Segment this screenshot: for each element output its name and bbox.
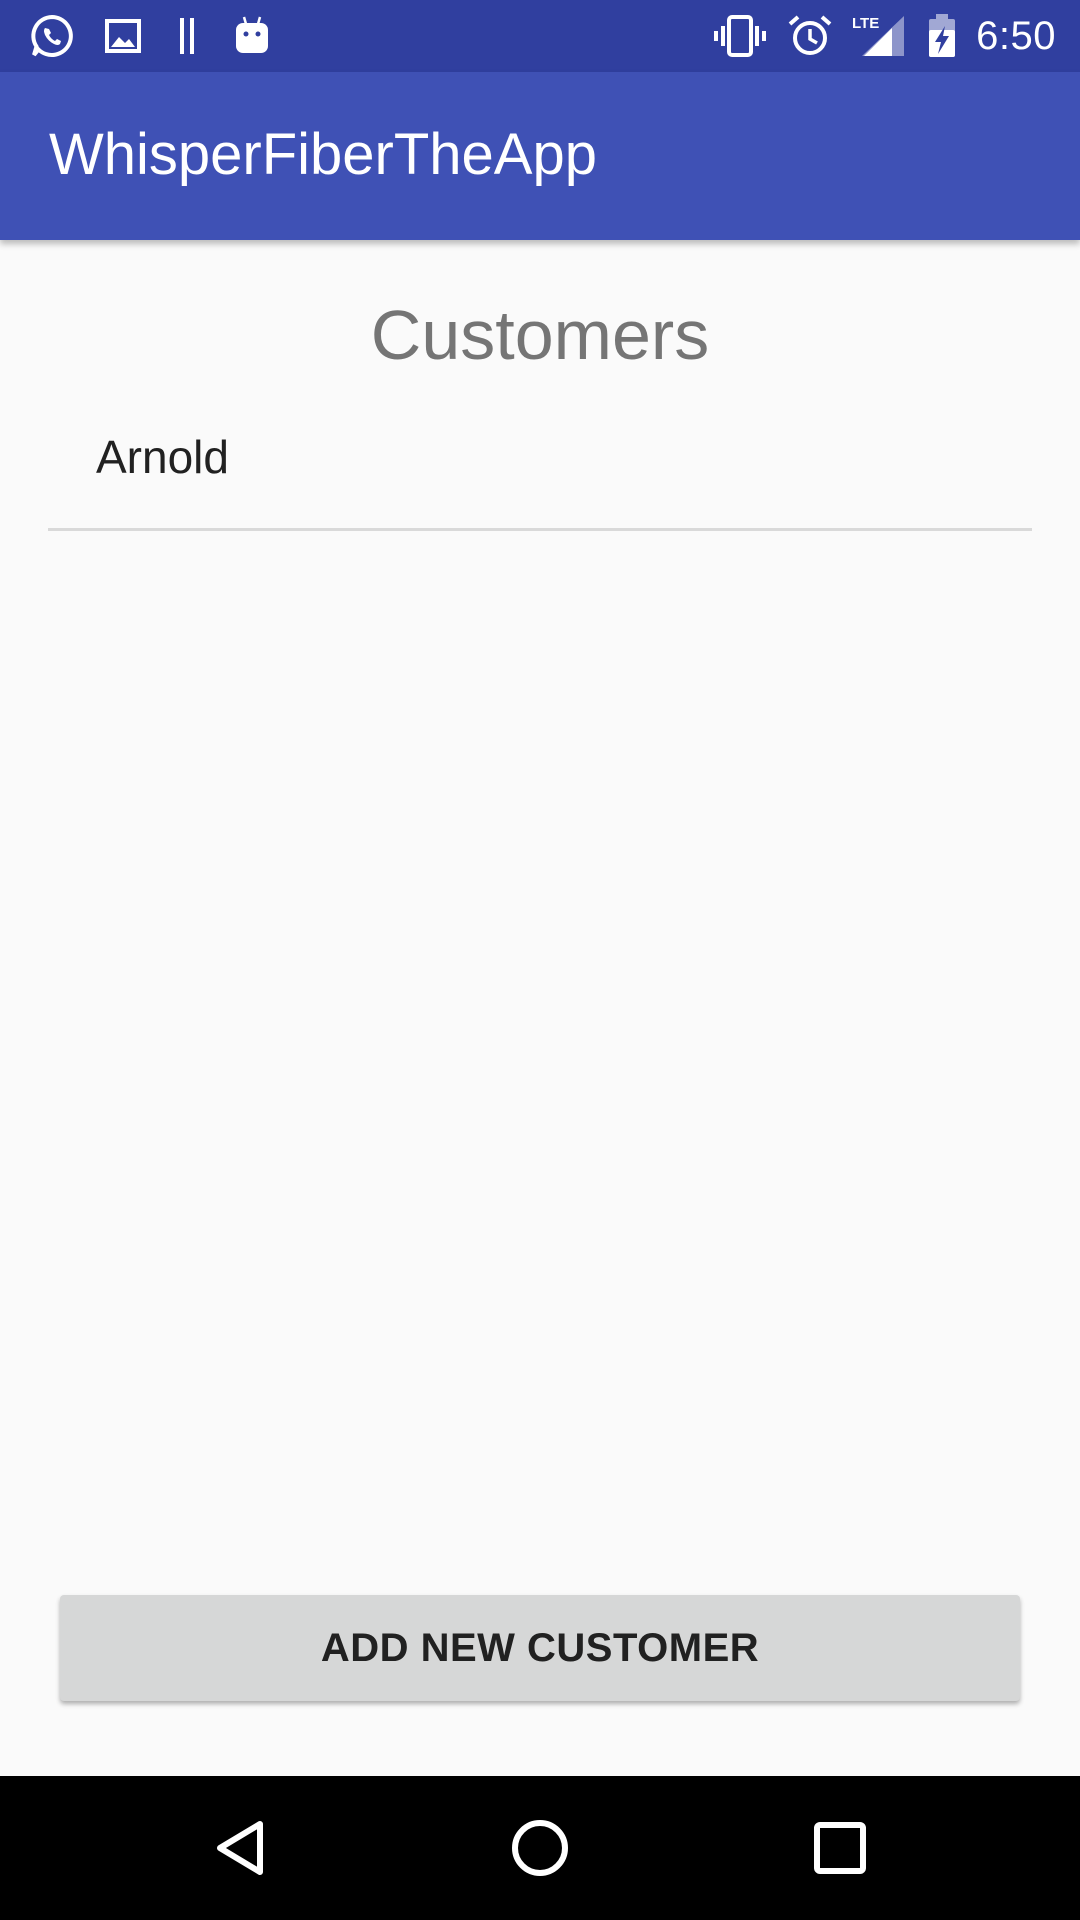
android-icon	[232, 12, 272, 60]
notification-icons	[28, 12, 272, 60]
customer-list-item[interactable]: Arnold	[48, 410, 1032, 531]
lte-signal-icon: LTE	[852, 12, 908, 60]
recents-icon	[812, 1820, 868, 1876]
battery-charging-icon	[926, 12, 958, 60]
pause-icon	[170, 12, 206, 60]
status-time: 6:50	[976, 13, 1056, 58]
navigation-bar	[0, 1776, 1080, 1920]
app-title: WhisperFiberTheApp	[49, 122, 597, 187]
status-bar: LTE 6:50	[0, 0, 1080, 72]
add-new-customer-label: ADD NEW CUSTOMER	[320, 1625, 760, 1670]
main-content: Customers Arnold ADD NEW CUSTOMER	[0, 240, 1080, 1776]
customer-list: Arnold	[48, 410, 1032, 531]
recents-button[interactable]	[800, 1808, 880, 1888]
back-button[interactable]	[200, 1808, 280, 1888]
alarm-icon	[786, 12, 834, 60]
customers-heading: Customers	[370, 296, 710, 374]
whatsapp-icon	[28, 12, 76, 60]
home-icon	[508, 1816, 572, 1880]
vibrate-icon	[712, 12, 768, 60]
app-bar: WhisperFiberTheApp	[0, 72, 1080, 240]
system-status-icons: LTE 6:50	[712, 12, 1056, 60]
customer-name: Arnold	[96, 431, 229, 483]
back-icon	[210, 1816, 270, 1880]
home-button[interactable]	[500, 1808, 580, 1888]
add-new-customer-button[interactable]: ADD NEW CUSTOMER	[60, 1595, 1020, 1701]
lte-label: LTE	[852, 15, 879, 32]
image-icon	[102, 15, 144, 57]
